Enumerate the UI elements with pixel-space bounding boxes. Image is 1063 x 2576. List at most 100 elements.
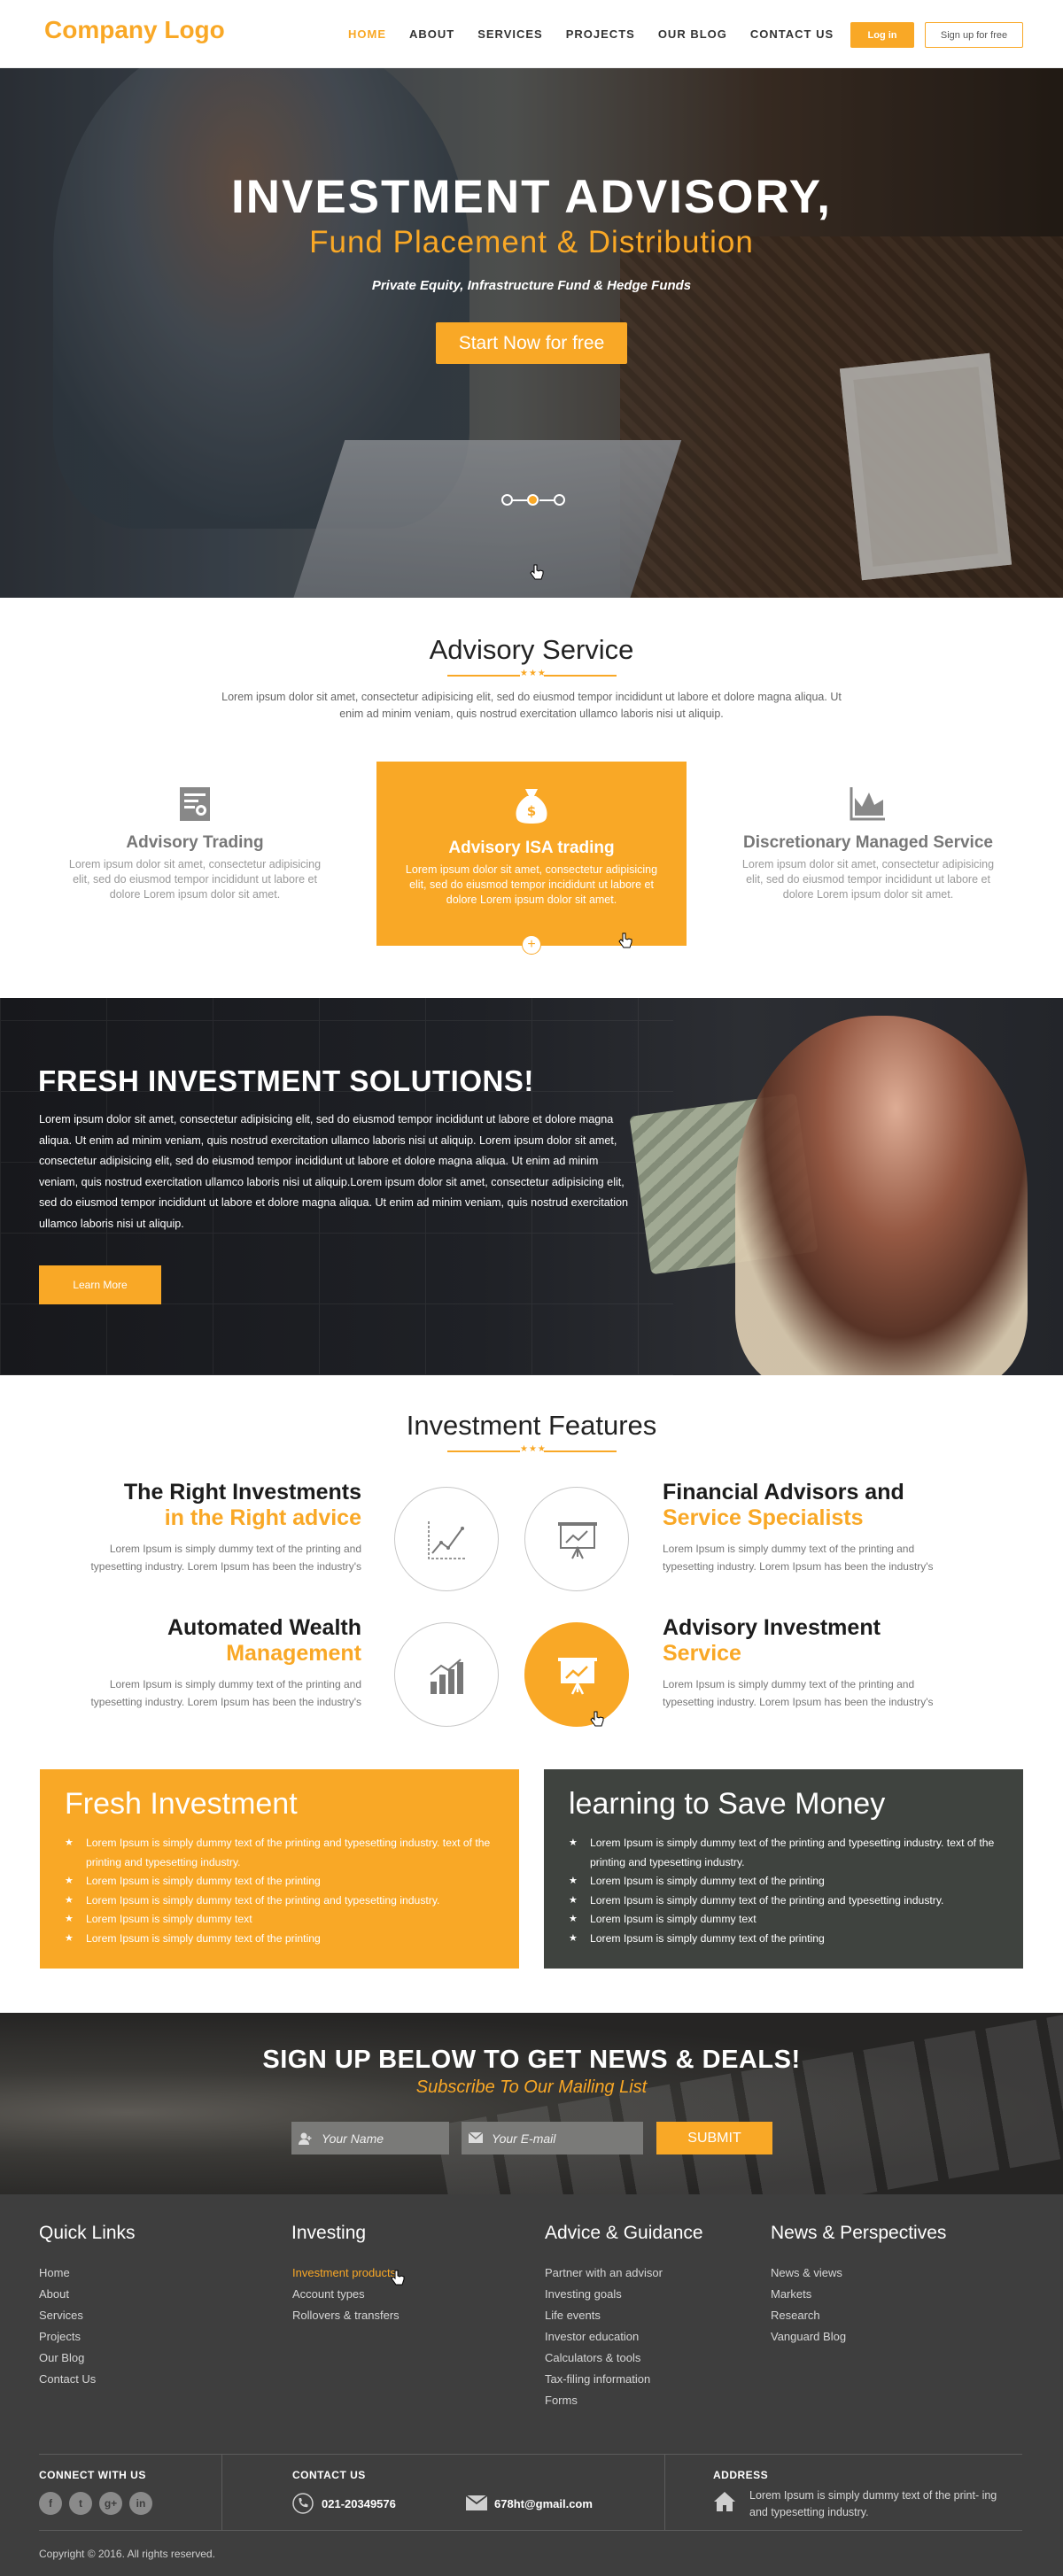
copyright: Copyright © 2016. All rights reserved. <box>39 2548 215 2560</box>
linkedin-icon[interactable]: in <box>129 2492 152 2515</box>
box-title: Fresh Investment <box>65 1787 298 1821</box>
nav-about[interactable]: ABOUT <box>409 27 454 41</box>
address-label: ADDRESS <box>713 2469 769 2481</box>
feature-heading: The Right Investments in the Right advic… <box>123 1480 361 1530</box>
expand-plus-button[interactable]: + <box>522 935 541 955</box>
feature-circle[interactable] <box>524 1487 629 1591</box>
feature-circle-active[interactable] <box>524 1622 629 1727</box>
easel-chart-icon <box>558 1658 597 1695</box>
company-logo[interactable]: Company Logo <box>44 16 225 44</box>
footer-link[interactable]: Investing goals <box>545 2284 663 2305</box>
footer-link[interactable]: Markets <box>771 2284 846 2305</box>
service-card-discretionary[interactable]: Discretionary Managed Service Lorem ipsu… <box>713 762 1023 946</box>
fresh-text: Lorem ipsum dolor sit amet, consectetur … <box>39 1113 629 1230</box>
footer-link[interactable]: Account types <box>292 2284 400 2305</box>
footer-link[interactable]: Vanguard Blog <box>771 2326 846 2348</box>
hand-cursor-icon <box>590 1711 604 1727</box>
hero-title: INVESTMENT ADVISORY, <box>230 171 833 223</box>
contact-label: CONTACT US <box>292 2469 366 2481</box>
slider-dot-2[interactable] <box>527 494 539 506</box>
footer-heading-investing: Investing <box>291 2223 367 2243</box>
email-input[interactable] <box>462 2122 643 2154</box>
learn-more-button[interactable]: Learn More <box>39 1265 161 1304</box>
google-plus-icon[interactable]: g+ <box>99 2492 122 2515</box>
slider-dot-1[interactable] <box>501 494 513 506</box>
feature-circle[interactable] <box>394 1622 499 1727</box>
list-item: Lorem Ipsum is simply dummy text of the … <box>569 1930 1003 1949</box>
footer-link[interactable]: Life events <box>545 2305 663 2326</box>
email-address[interactable]: 678ht@gmail.com <box>494 2497 593 2510</box>
footer-link[interactable]: Partner with an advisor <box>545 2263 663 2284</box>
submit-button[interactable]: SUBMIT <box>656 2122 772 2154</box>
footer-link[interactable]: Rollovers & transfers <box>292 2305 400 2326</box>
signup-button[interactable]: Sign up for free <box>925 22 1023 48</box>
footer-links-news: News & views Markets Research Vanguard B… <box>771 2263 846 2348</box>
hand-cursor-icon <box>530 564 544 580</box>
save-money-box: learning to Save Money Lorem Ipsum is si… <box>544 1769 1023 1969</box>
newsletter-subtitle: Subscribe To Our Mailing List <box>415 2077 648 2097</box>
title-stars: ★★★ <box>520 669 547 678</box>
mail-icon <box>466 2495 487 2510</box>
service-title: Advisory ISA trading <box>448 839 615 857</box>
footer-link[interactable]: Contact Us <box>39 2369 96 2390</box>
user-icon <box>299 2132 313 2145</box>
list-item: Lorem Ipsum is simply dummy text of the … <box>569 1891 1003 1911</box>
footer-link[interactable]: Services <box>39 2305 96 2326</box>
main-nav: HOME ABOUT SERVICES PROJECTS OUR BLOG CO… <box>348 27 857 41</box>
footer-link[interactable]: Home <box>39 2263 96 2284</box>
footer-link[interactable]: Forms <box>545 2390 663 2411</box>
login-button[interactable]: Log in <box>850 22 914 48</box>
footer-link[interactable]: Tax-filing information <box>545 2369 663 2390</box>
service-title: Discretionary Managed Service <box>743 833 993 852</box>
facebook-icon[interactable]: f <box>39 2492 62 2515</box>
phone-number[interactable]: 021-20349576 <box>322 2497 396 2510</box>
nav-services[interactable]: SERVICES <box>477 27 543 41</box>
nav-home[interactable]: HOME <box>348 27 386 41</box>
slider-dot-3[interactable] <box>554 494 565 506</box>
list-item: Lorem Ipsum is simply dummy text <box>65 1910 499 1930</box>
footer-link[interactable]: Investment products <box>292 2263 400 2284</box>
nav-contact-us[interactable]: CONTACT US <box>750 27 834 41</box>
footer-link[interactable]: Projects <box>39 2326 96 2348</box>
feature-text: Lorem Ipsum is simply dummy text of the … <box>90 1678 361 1708</box>
slider-pagination <box>501 494 565 507</box>
connect-label: CONNECT WITH US <box>39 2469 146 2481</box>
box-list: Lorem Ipsum is simply dummy text of the … <box>65 1834 499 1948</box>
service-text: Lorem ipsum dolor sit amet, consectetur … <box>405 863 658 906</box>
feature-circle[interactable] <box>394 1487 499 1591</box>
title-rule <box>447 675 520 677</box>
certificate-icon <box>180 787 210 821</box>
service-text: Lorem ipsum dolor sit amet, consectetur … <box>68 858 322 901</box>
service-card-isa-trading[interactable]: $ Advisory ISA trading Lorem ipsum dolor… <box>376 762 687 946</box>
newsletter-background-keyboard <box>435 2013 1063 2194</box>
list-item: Lorem Ipsum is simply dummy text of the … <box>569 1872 1003 1891</box>
footer-link[interactable]: About <box>39 2284 96 2305</box>
advisory-title: Advisory Service <box>429 634 634 665</box>
footer-link[interactable]: Investor education <box>545 2326 663 2348</box>
nav-projects[interactable]: PROJECTS <box>566 27 635 41</box>
features-title: Investment Features <box>406 1410 657 1441</box>
feature-text: Lorem Ipsum is simply dummy text of the … <box>663 1543 934 1573</box>
footer-link[interactable]: Our Blog <box>39 2348 96 2369</box>
name-input[interactable] <box>291 2122 449 2154</box>
feature-text: Lorem Ipsum is simply dummy text of the … <box>90 1543 361 1573</box>
newsletter-banner <box>0 2013 1063 2194</box>
footer-link[interactable]: News & views <box>771 2263 846 2284</box>
presentation-board-icon <box>558 1522 597 1559</box>
footer-link[interactable]: Research <box>771 2305 846 2326</box>
money-bag-icon: $ <box>516 789 547 824</box>
start-now-button[interactable]: Start Now for free <box>436 322 627 364</box>
service-card-advisory-trading[interactable]: Advisory Trading Lorem ipsum dolor sit a… <box>40 762 350 946</box>
area-chart-icon <box>850 787 885 821</box>
twitter-icon[interactable]: t <box>69 2492 92 2515</box>
fresh-background-woman <box>735 1016 1028 1375</box>
footer-heading-quick-links: Quick Links <box>39 2223 136 2243</box>
footer-link[interactable]: Calculators & tools <box>545 2348 663 2369</box>
nav-our-blog[interactable]: OUR BLOG <box>658 27 727 41</box>
feature-text: Lorem Ipsum is simply dummy text of the … <box>663 1678 934 1708</box>
box-title: learning to Save Money <box>569 1787 886 1821</box>
home-icon <box>714 2492 735 2511</box>
list-item: Lorem Ipsum is simply dummy text of the … <box>65 1834 499 1872</box>
service-text: Lorem ipsum dolor sit amet, consectetur … <box>741 858 995 901</box>
envelope-icon <box>468 2131 484 2145</box>
